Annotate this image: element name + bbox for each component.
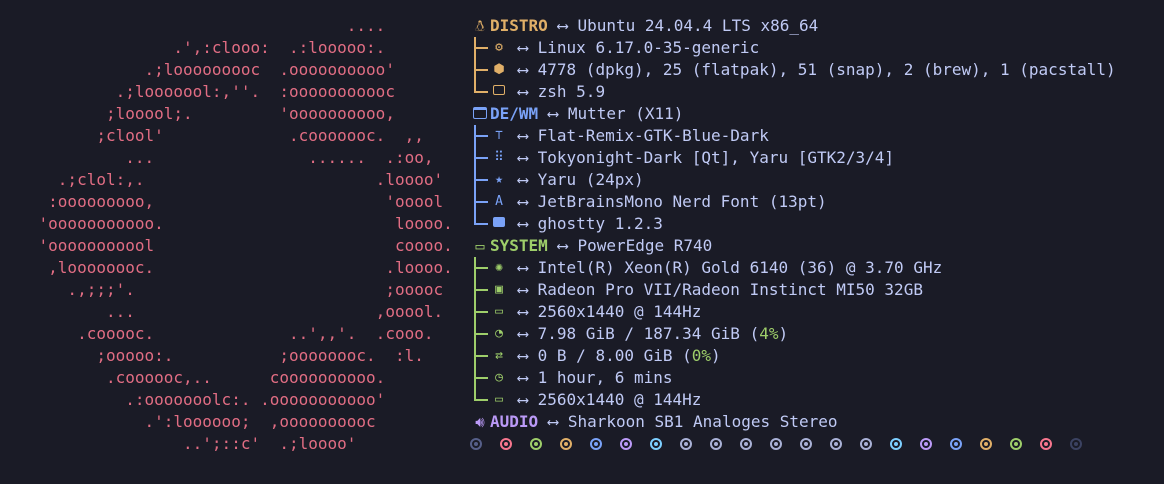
audio-row: 🔊︎ AUDIO ⟷ Sharkoon SB1 Analoges Stereo	[470, 411, 1160, 433]
de-key: DE/WM	[490, 104, 539, 123]
clock-icon: ◷	[495, 370, 503, 385]
monitor-icon: ▭	[495, 304, 503, 319]
swap-row: ⇄ ⟷ 0 B / 8.00 GiB (0%)	[470, 345, 1160, 367]
star-icon: ★	[495, 172, 503, 187]
palette-dot	[920, 438, 932, 450]
palette-dot	[860, 438, 872, 450]
font-row: A ⟷ JetBrainsMono Nerd Font (13pt)	[470, 191, 1160, 213]
theme-row: ⊤ ⟷ Flat-Remix-GTK-Blue-Dark	[470, 125, 1160, 147]
palette-dot	[560, 438, 572, 450]
memory-gauge-icon: ◔	[495, 326, 503, 341]
display2-value: 2560x1440 @ 144Hz	[537, 390, 702, 409]
palette-dot	[830, 438, 842, 450]
palette-dot	[1070, 438, 1082, 450]
cpu-icon: ✺	[495, 260, 503, 275]
package-icon: ⬢	[493, 62, 505, 77]
paint-roller-icon: ⊤	[495, 128, 503, 143]
memory-percent: 4%	[759, 324, 779, 343]
font-icon: A	[495, 194, 503, 209]
audio-value: Sharkoon SB1 Analoges Stereo	[567, 412, 838, 431]
gpu-value: Radeon Pro VII/Radeon Instinct MI50 32GB	[537, 280, 923, 299]
de-row: DE/WM ⟷ Mutter (X11)	[470, 103, 1160, 125]
kernel-value: Linux 6.17.0-35-generic	[537, 38, 760, 57]
gear-icon: ⚙	[495, 40, 503, 55]
fastfetch-info: 🐧︎ DISTRO ⟷ Ubuntu 24.04.4 LTS x86_64 ⚙ …	[470, 15, 1160, 455]
monitor-icon: ▭	[495, 392, 503, 407]
palette-dot	[950, 438, 962, 450]
display-value: 2560x1440 @ 144Hz	[537, 302, 702, 321]
palette-dot	[530, 438, 542, 450]
icons-value: Yaru (24px)	[537, 170, 644, 189]
palette-dot	[800, 438, 812, 450]
shell-row: ⟷ zsh 5.9	[470, 81, 1160, 103]
uptime-row: ◷ ⟷ 1 hour, 6 mins	[470, 367, 1160, 389]
gtk-theme-row: ⠿ ⟷ Tokyonight-Dark [Qt], Yaru [GTK2/3/4…	[470, 147, 1160, 169]
theme-value: Flat-Remix-GTK-Blue-Dark	[537, 126, 769, 145]
cpu-row: ✺ ⟷ Intel(R) Xeon(R) Gold 6140 (36) @ 3.…	[470, 257, 1160, 279]
palette-dot	[770, 438, 782, 450]
distro-value: Ubuntu 24.04.4 LTS x86_64	[577, 16, 819, 35]
terminal-box-icon	[490, 213, 508, 235]
color-palette	[470, 433, 1160, 455]
terminal-value: ghostty 1.2.3	[537, 214, 663, 233]
memory-row: ◔ ⟷ 7.98 GiB / 187.34 GiB (4%)	[470, 323, 1160, 345]
laptop-icon: ▭	[475, 237, 485, 255]
font-value: JetBrainsMono Nerd Font (13pt)	[537, 192, 827, 211]
palette-dot	[500, 438, 512, 450]
distro-row: 🐧︎ DISTRO ⟷ Ubuntu 24.04.4 LTS x86_64	[470, 15, 1160, 37]
system-key: SYSTEM	[490, 236, 548, 255]
palette-dot	[1040, 438, 1052, 450]
speaker-icon: 🔊︎	[475, 413, 485, 431]
distro-key: DISTRO	[490, 16, 548, 35]
shell-value: zsh 5.9	[537, 82, 606, 101]
system-value: PowerEdge R740	[577, 236, 713, 255]
ascii-logo: .... .',:clooo: .:looooo:. .;looooooooc …	[38, 16, 453, 453]
palette-dot	[620, 438, 632, 450]
icons-row: ★ ⟷ Yaru (24px)	[470, 169, 1160, 191]
swap-icon: ⇄	[495, 348, 503, 363]
window-icon	[470, 103, 490, 125]
arrow-icon: ⟷	[557, 16, 568, 35]
gpu-row: ▣ ⟷ Radeon Pro VII/Radeon Instinct MI50 …	[470, 279, 1160, 301]
terminal-row: ⟷ ghostty 1.2.3	[470, 213, 1160, 235]
palette-dot	[890, 438, 902, 450]
kernel-row: ⚙ ⟷ Linux 6.17.0-35-generic	[470, 37, 1160, 59]
grid-icon: ⠿	[494, 150, 504, 165]
palette-dot	[710, 438, 722, 450]
palette-dot	[650, 438, 662, 450]
palette-dot	[680, 438, 692, 450]
packages-value: 4778 (dpkg), 25 (flatpak), 51 (snap), 2 …	[537, 60, 1116, 79]
gtk-theme-value: Tokyonight-Dark [Qt], Yaru [GTK2/3/4]	[537, 148, 895, 167]
palette-dot	[740, 438, 752, 450]
swap-value: 0 B / 8.00 GiB (	[537, 346, 692, 365]
system-row: ▭ SYSTEM ⟷ PowerEdge R740	[470, 235, 1160, 257]
de-value: Mutter (X11)	[567, 104, 684, 123]
swap-percent: 0%	[691, 346, 712, 365]
display-row: ▭ ⟷ 2560x1440 @ 144Hz	[470, 301, 1160, 323]
display2-row: ▭ ⟷ 2560x1440 @ 144Hz	[470, 389, 1160, 411]
palette-dot	[590, 438, 602, 450]
audio-key: AUDIO	[490, 412, 539, 431]
palette-dot	[470, 438, 482, 450]
palette-dot	[1010, 438, 1022, 450]
memory-value: 7.98 GiB / 187.34 GiB (	[537, 324, 760, 343]
packages-row: ⬢ ⟷ 4778 (dpkg), 25 (flatpak), 51 (snap)…	[470, 59, 1160, 81]
cpu-value: Intel(R) Xeon(R) Gold 6140 (36) @ 3.70 G…	[537, 258, 943, 277]
linux-icon: 🐧︎	[475, 17, 485, 35]
terminal-icon	[490, 81, 508, 103]
gpu-icon: ▣	[495, 282, 503, 297]
uptime-value: 1 hour, 6 mins	[537, 368, 673, 387]
palette-dot	[980, 438, 992, 450]
